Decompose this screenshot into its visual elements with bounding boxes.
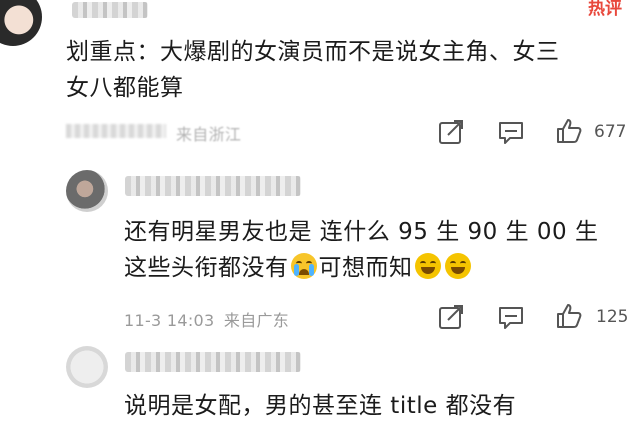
thumbs-up-icon[interactable] (555, 117, 583, 145)
comment-body: 划重点：大爆剧的女演员而不是说女主角、女三 女八都能算 (66, 34, 636, 106)
reply-body-text: 可想而知 (318, 255, 413, 281)
author-name-blurred[interactable] (125, 352, 301, 372)
thumbs-up-icon[interactable] (555, 302, 583, 330)
comment-body-line: 划重点：大爆剧的女演员而不是说女主角、女三 (66, 39, 560, 65)
reply-date: 11-3 14:03 (124, 311, 215, 330)
avatar[interactable] (66, 346, 108, 388)
comment-meta: 来自浙江 (66, 121, 286, 144)
reply-body-line: 这些头衔都没有 可想而知 (124, 250, 636, 286)
timestamp-blurred (66, 124, 166, 138)
avatar[interactable] (66, 170, 108, 212)
comment-location: 来自浙江 (176, 125, 242, 144)
avatar[interactable] (0, 0, 42, 46)
reply-location: 来自广东 (223, 311, 290, 330)
share-icon[interactable] (437, 118, 465, 146)
tears-of-joy-emoji (444, 253, 471, 279)
reply-body-line: 还有明星男友也是 连什么 95 生 90 生 00 生 (124, 219, 599, 245)
author-name-blurred[interactable] (72, 2, 148, 18)
crying-face-emoji (290, 253, 317, 279)
reply-body: 说明是女配，男的甚至连 title 都没有 (124, 393, 517, 419)
comment-icon[interactable] (497, 118, 525, 146)
tears-of-joy-emoji (414, 253, 441, 279)
reply-meta: 11-3 14:03 来自广东 (124, 307, 289, 331)
share-icon[interactable] (437, 303, 465, 331)
reply-body: 还有明星男友也是 连什么 95 生 90 生 00 生 这些头衔都没有 可想而知 (124, 214, 636, 286)
author-name-blurred[interactable] (125, 176, 301, 196)
comment-body-line: 女八都能算 (66, 75, 184, 101)
hot-badge: 热评 (588, 0, 622, 19)
reply-body-text: 这些头衔都没有 (124, 255, 289, 281)
comment-icon[interactable] (497, 303, 525, 331)
like-count: 677 (594, 122, 627, 142)
like-count: 125 (596, 307, 629, 327)
